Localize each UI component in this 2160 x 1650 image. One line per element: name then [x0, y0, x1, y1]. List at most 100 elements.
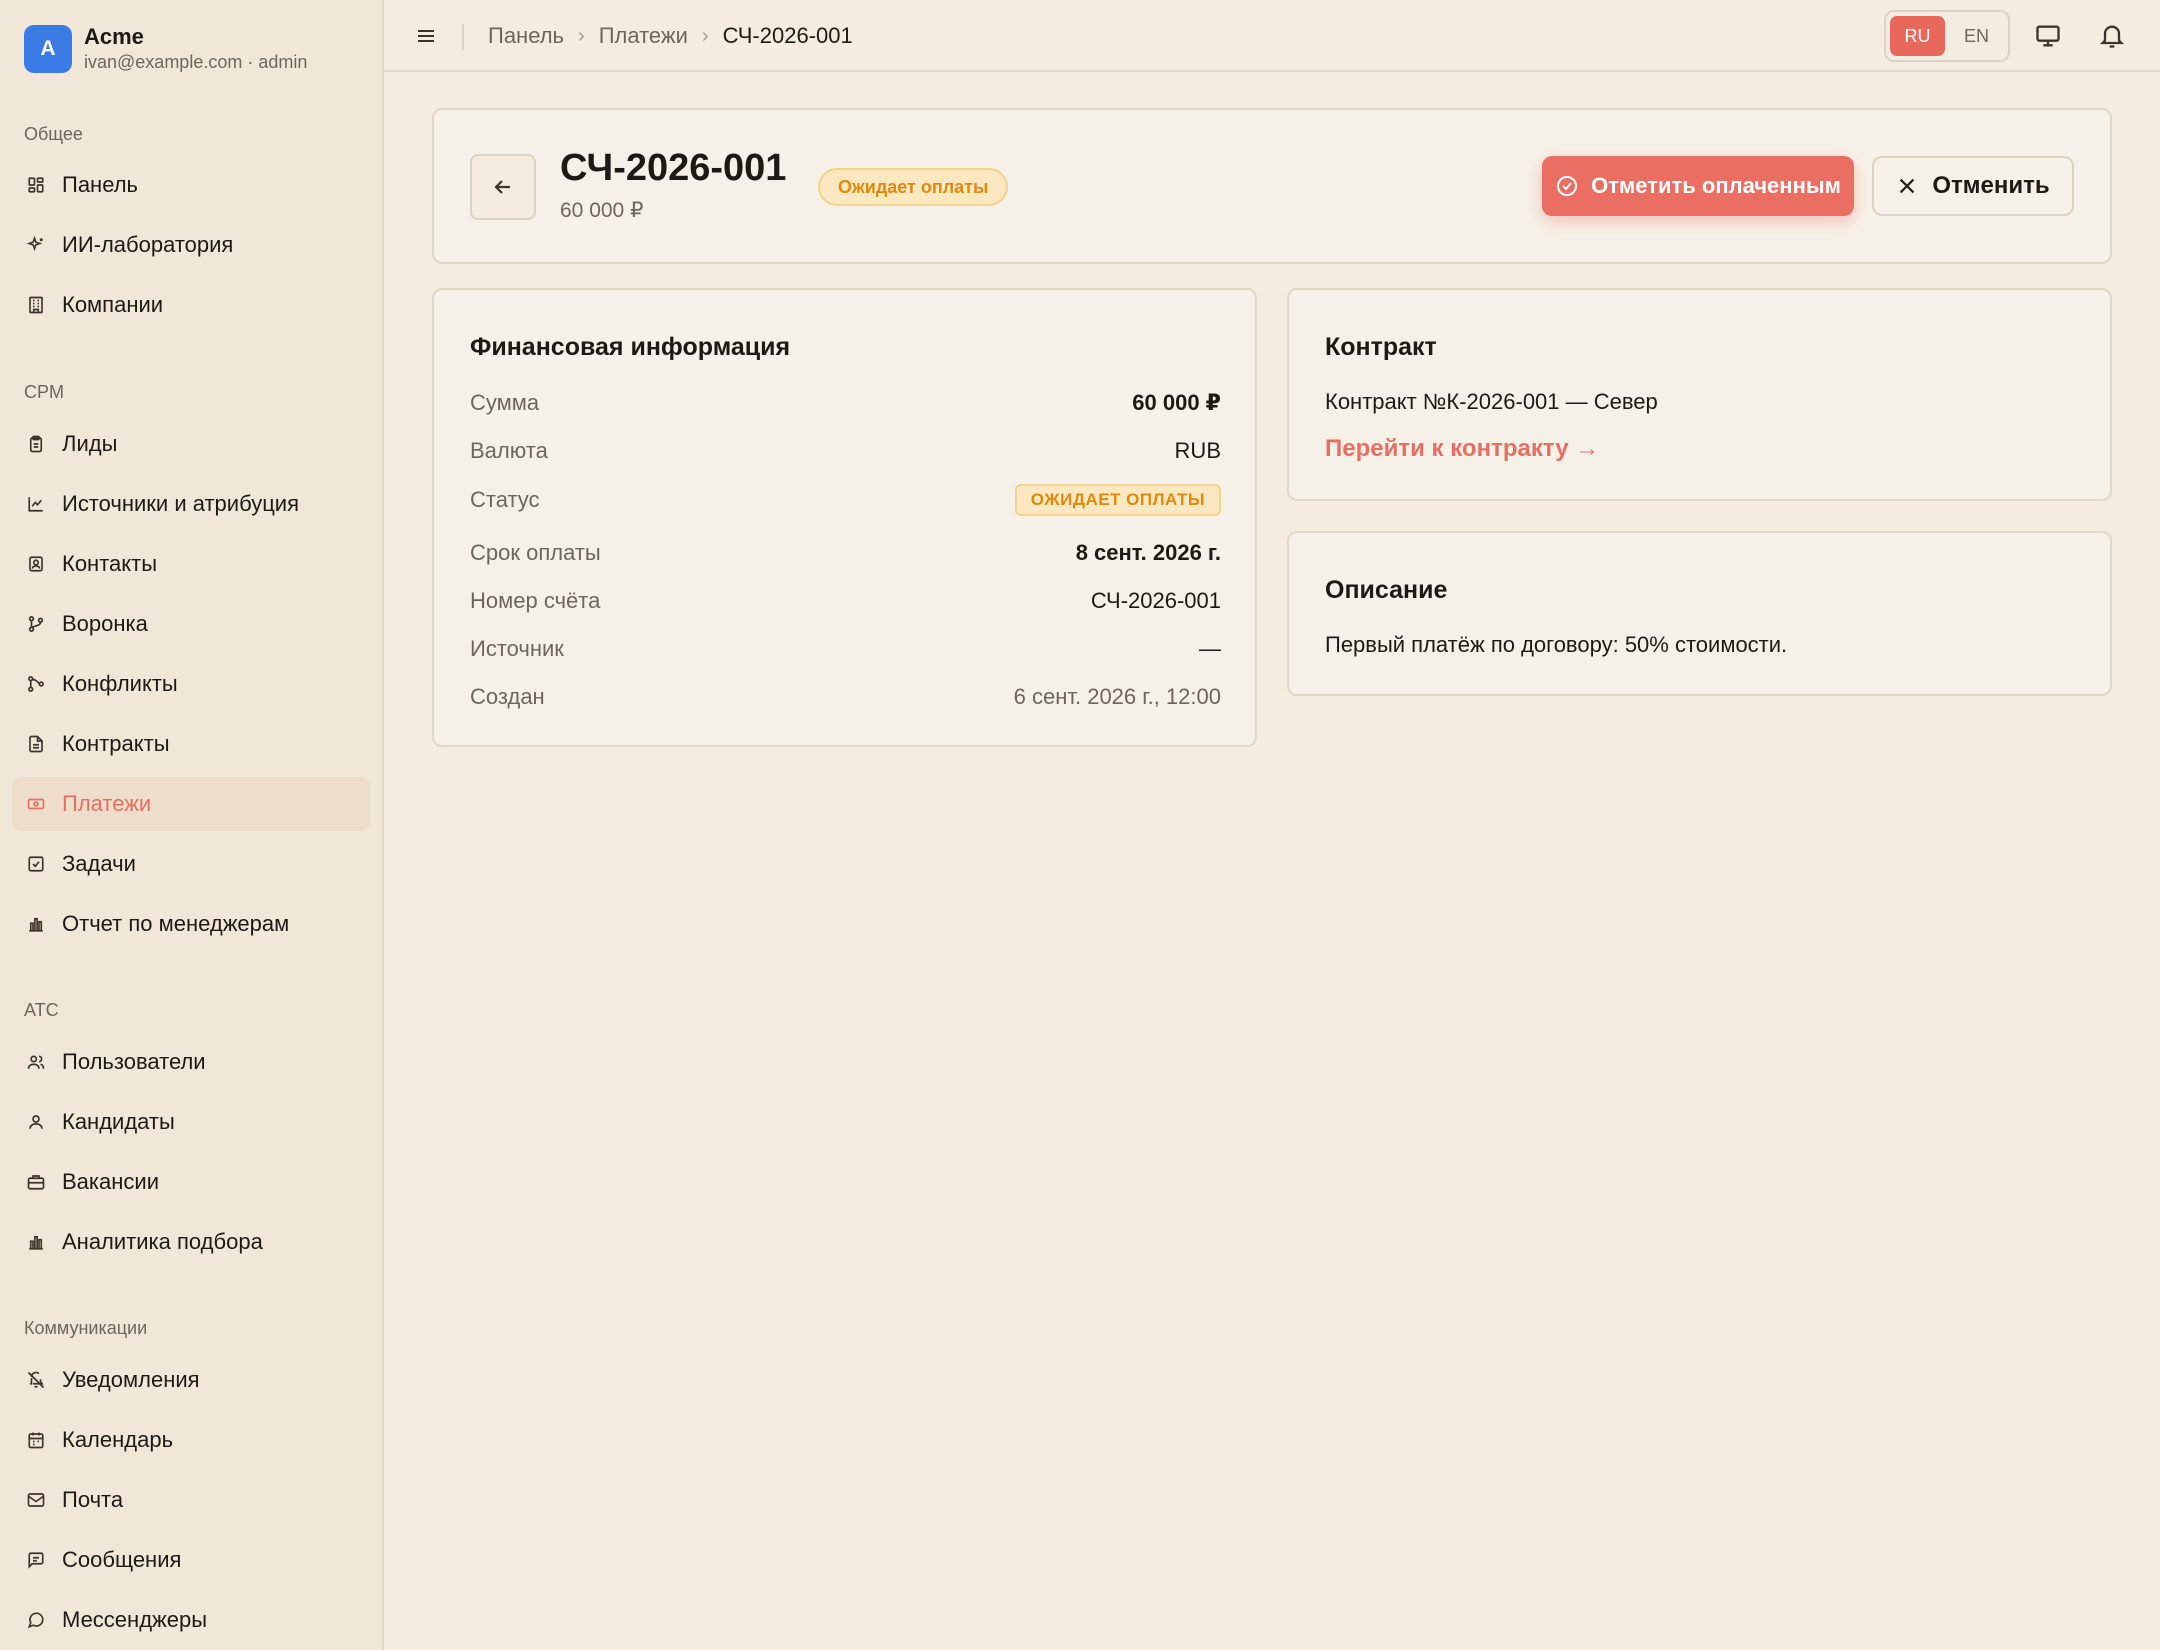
sidebar-item-dashboard[interactable]: Панель: [12, 158, 370, 212]
section-label-general: Общее: [24, 124, 83, 144]
grid-icon: [26, 175, 46, 195]
brand-avatar: A: [24, 25, 72, 73]
finance-value: 8 сент. 2026 г.: [1075, 540, 1221, 565]
finance-card: Финансовая информация Сумма 60 000 ₽ Вал…: [432, 288, 1257, 747]
sidebar-item-label: Календарь: [62, 1427, 174, 1452]
sidebar-item-label: Контракты: [62, 731, 170, 756]
finance-row-status: Статус ОЖИДАЕТ ОПЛАТЫ: [470, 484, 1221, 516]
sidebar-item-calendar[interactable]: Календарь: [12, 1413, 370, 1467]
users-icon: [26, 1052, 46, 1072]
breadcrumb-chevron-icon: ›: [578, 25, 585, 47]
sidebar-item-label: Задачи: [62, 851, 136, 876]
chart-line-icon: [26, 494, 46, 514]
contract-name: Контракт №К-2026-001 — Север: [1325, 389, 1658, 414]
sidebar-item-candidates[interactable]: Кандидаты: [12, 1095, 370, 1149]
sidebar-item-ai-lab[interactable]: ИИ-лаборатория: [12, 218, 370, 272]
finance-row-source: Источник —: [470, 634, 1221, 664]
finance-row-created: Создан 6 сент. 2026 г., 12:00: [470, 682, 1221, 712]
message-circle-icon: [26, 1610, 46, 1630]
contact-card-icon: [26, 554, 46, 574]
close-icon: [1896, 175, 1918, 197]
language-en-button[interactable]: EN: [1949, 16, 2004, 56]
finance-value: 6 сент. 2026 г., 12:00: [1013, 684, 1221, 709]
sidebar-item-manager-report[interactable]: Отчет по менеджерам: [12, 897, 370, 951]
finance-row-amount: Сумма 60 000 ₽: [470, 388, 1221, 418]
finance-label: Источник: [470, 636, 564, 661]
finance-label: Валюта: [470, 438, 548, 463]
arrow-left-icon: [494, 180, 510, 194]
status-badge: Ожидает оплаты: [818, 168, 1009, 206]
topbar: Панель › Платежи › СЧ-2026-001 RU EN: [384, 0, 2160, 72]
brand[interactable]: A Acme ivan@example.com · admin: [24, 24, 307, 74]
banknote-icon: [26, 794, 46, 814]
sidebar-item-label: Платежи: [62, 791, 152, 816]
sidebar-item-messages[interactable]: Сообщения: [12, 1533, 370, 1587]
sidebar-item-users[interactable]: Пользователи: [12, 1035, 370, 1089]
go-to-contract-link[interactable]: Перейти к контракту →: [1325, 434, 1599, 464]
sidebar-item-label: Источники и атрибуция: [62, 491, 299, 516]
sidebar-item-label: Вакансии: [62, 1169, 159, 1194]
finance-value: —: [1199, 636, 1221, 661]
sidebar-item-tasks[interactable]: Задачи: [12, 837, 370, 891]
sidebar-item-leads[interactable]: Лиды: [12, 417, 370, 471]
bell-icon[interactable]: [2098, 22, 2126, 50]
description-card: Описание Первый платёж по договору: 50% …: [1287, 531, 2112, 696]
monitor-icon[interactable]: [2034, 22, 2062, 50]
breadcrumb-current: СЧ-2026-001: [722, 23, 853, 48]
language-ru-button[interactable]: RU: [1890, 16, 1945, 56]
git-branch-icon: [26, 614, 46, 634]
sidebar-item-mail[interactable]: Почта: [12, 1473, 370, 1527]
sidebar-item-vacancies[interactable]: Вакансии: [12, 1155, 370, 1209]
sidebar-item-label: Контакты: [62, 551, 158, 576]
clipboard-icon: [26, 434, 46, 454]
sidebar-item-conflicts[interactable]: Конфликты: [12, 657, 370, 711]
sidebar-item-recruiting-analytics[interactable]: Аналитика подбора: [12, 1215, 370, 1269]
sidebar-item-label: Мессенджеры: [62, 1607, 208, 1632]
cancel-label: Отменить: [1932, 172, 2050, 199]
mail-icon: [26, 1490, 46, 1510]
brand-name: Acme: [84, 24, 144, 49]
sidebar-item-label: Кандидаты: [62, 1109, 175, 1134]
status-tag: ОЖИДАЕТ ОПЛАТЫ: [1014, 484, 1221, 516]
sidebar-item-companies[interactable]: Компании: [12, 278, 370, 332]
brand-text: Acme ivan@example.com · admin: [84, 24, 307, 74]
sparkles-icon: [26, 235, 46, 255]
contract-card: Контракт Контракт №К-2026-001 — Север Пе…: [1287, 288, 2112, 501]
breadcrumb: Панель › Платежи › СЧ-2026-001: [488, 22, 853, 50]
breadcrumb-payments[interactable]: Платежи: [599, 22, 688, 50]
finance-label: Срок оплаты: [470, 540, 601, 565]
sidebar-item-messengers[interactable]: Мессенджеры: [12, 1593, 370, 1647]
checkbox-icon: [26, 854, 46, 874]
sidebar-item-label: Отчет по менеджерам: [62, 911, 290, 936]
sidebar-item-label: Сообщения: [62, 1547, 182, 1572]
sidebar-item-label: Почта: [62, 1487, 124, 1512]
sidebar-item-contracts[interactable]: Контракты: [12, 717, 370, 771]
sidebar-item-payments[interactable]: Платежи: [12, 777, 370, 831]
mark-paid-button[interactable]: Отметить оплаченным: [1542, 156, 1854, 216]
back-button[interactable]: [470, 154, 536, 220]
section-label-cpm: CPM: [24, 382, 64, 402]
mark-paid-label: Отметить оплаченным: [1591, 173, 1841, 198]
finance-title: Финансовая информация: [470, 333, 791, 361]
section-label-ats: АТС: [24, 1000, 59, 1020]
sidebar-item-label: Аналитика подбора: [62, 1229, 263, 1254]
topbar-divider: [462, 24, 464, 50]
cancel-button[interactable]: Отменить: [1872, 156, 2074, 216]
sidebar-item-funnel[interactable]: Воронка: [12, 597, 370, 651]
finance-row-currency: Валюта RUB: [470, 436, 1221, 466]
breadcrumb-dashboard[interactable]: Панель: [488, 22, 564, 50]
sidebar-item-contacts[interactable]: Контакты: [12, 537, 370, 591]
finance-label: Создан: [470, 684, 545, 709]
sidebar-item-notifications[interactable]: Уведомления: [12, 1353, 370, 1407]
briefcase-icon: [26, 1172, 46, 1192]
menu-toggle-icon[interactable]: [414, 24, 438, 48]
check-circle-icon: [1555, 174, 1579, 198]
contract-title: Контракт: [1325, 333, 1437, 361]
sidebar-item-sources[interactable]: Источники и атрибуция: [12, 477, 370, 531]
sidebar-item-label: Конфликты: [62, 671, 178, 696]
sidebar-item-label: Уведомления: [62, 1367, 200, 1392]
sidebar-item-label: Лиды: [62, 431, 118, 456]
invoice-header-card: СЧ-2026-001 60 000 ₽ Ожидает оплаты Отме…: [432, 108, 2112, 264]
finance-value: СЧ-2026-001: [1090, 588, 1221, 613]
language-switch: RU EN: [1884, 10, 2010, 62]
